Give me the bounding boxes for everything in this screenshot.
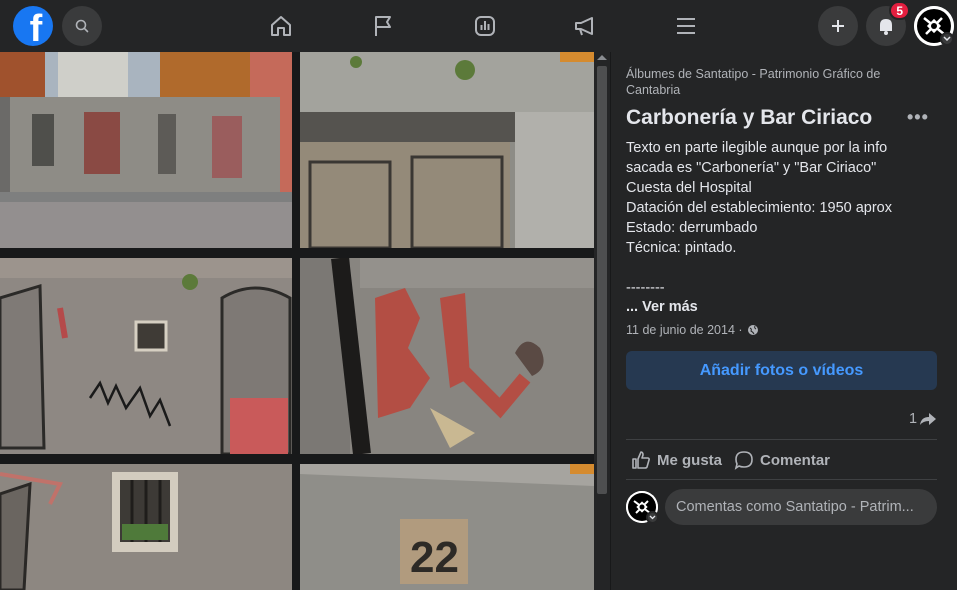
like-button[interactable]: Me gusta xyxy=(631,449,722,471)
plus-icon xyxy=(832,20,844,32)
photo-wall-graffiti[interactable] xyxy=(0,258,292,454)
photo-painted-letters[interactable] xyxy=(300,258,594,454)
photo-window-wall[interactable] xyxy=(0,464,292,590)
post-details-panel: Álbumes de Santatipo - Patrimonio Gráfic… xyxy=(611,52,957,590)
create-button[interactable] xyxy=(818,6,858,46)
post-title: Carbonería y Bar Ciriaco xyxy=(626,106,873,129)
add-photos-videos-button[interactable]: Añadir fotos o vídeos xyxy=(626,351,937,390)
scrollbar-thumb[interactable] xyxy=(597,66,607,494)
more-options-icon[interactable]: ••• xyxy=(907,107,929,128)
photo-street-facade[interactable] xyxy=(0,52,292,248)
facebook-logo[interactable]: f xyxy=(13,6,53,46)
flag-icon xyxy=(375,16,391,36)
comment-button[interactable]: Comentar xyxy=(734,449,830,471)
divider xyxy=(626,479,937,480)
comment-icon xyxy=(734,451,753,470)
photo-door-closeup[interactable] xyxy=(300,52,594,248)
comment-input[interactable]: Comentas como Santatipo - Patrim... xyxy=(665,489,937,525)
photo-number-22[interactable]: 22 xyxy=(300,464,594,590)
top-navigation-bar: f 5 xyxy=(0,0,957,52)
chart-icon xyxy=(475,16,495,36)
chevron-down-icon xyxy=(943,36,951,42)
description-line: Técnica: pintado. xyxy=(626,240,737,256)
divider xyxy=(626,439,937,440)
search-icon xyxy=(75,19,89,33)
description-line xyxy=(626,258,946,278)
bell-icon xyxy=(880,19,892,35)
scroll-up-arrow[interactable] xyxy=(597,55,607,60)
comment-identity-caret[interactable] xyxy=(646,511,659,524)
share-count[interactable]: 1 xyxy=(909,411,937,427)
notification-badge: 5 xyxy=(889,1,910,20)
share-icon xyxy=(920,413,937,425)
home-icon xyxy=(271,16,291,36)
chevron-down-icon xyxy=(649,515,656,520)
post-date[interactable]: 11 de junio de 2014 · xyxy=(626,323,743,337)
post-description: Texto en parte ilegible aunque por la in… xyxy=(626,138,946,298)
photo-grid: 22 xyxy=(0,52,594,590)
album-breadcrumb[interactable]: Álbumes de Santatipo - Patrimonio Gráfic… xyxy=(626,66,926,98)
menu-icon xyxy=(677,18,695,34)
description-line: -------- xyxy=(626,280,665,296)
see-more-link[interactable]: ... Ver más xyxy=(626,299,698,315)
search-button[interactable] xyxy=(62,6,102,46)
home-tab[interactable] xyxy=(263,8,299,44)
description-line: sacada es "Carbonería" y "Bar Ciriaco" xyxy=(626,160,877,176)
post-date-row: 11 de junio de 2014 · xyxy=(626,323,759,337)
share-count-value: 1 xyxy=(909,411,918,427)
menu-tab[interactable] xyxy=(668,8,704,44)
logo-letter: f xyxy=(29,8,43,46)
thumbs-up-icon xyxy=(632,451,650,469)
comment-label: Comentar xyxy=(760,451,831,469)
description-line: Estado: derrumbado xyxy=(626,220,758,236)
ads-tab[interactable] xyxy=(567,8,603,44)
insights-tab[interactable] xyxy=(467,8,503,44)
account-menu-caret[interactable] xyxy=(940,32,954,46)
description-line: Texto en parte ilegible aunque por la in… xyxy=(626,140,888,156)
like-label: Me gusta xyxy=(657,451,723,469)
notifications-button[interactable]: 5 xyxy=(866,1,910,46)
pages-tab[interactable] xyxy=(365,8,401,44)
house-number-label: 22 xyxy=(410,533,459,582)
description-line: Cuesta del Hospital xyxy=(626,180,752,196)
megaphone-icon xyxy=(575,17,593,36)
description-line: Datación del establecimiento: 1950 aprox xyxy=(626,200,892,216)
globe-icon xyxy=(747,325,758,335)
